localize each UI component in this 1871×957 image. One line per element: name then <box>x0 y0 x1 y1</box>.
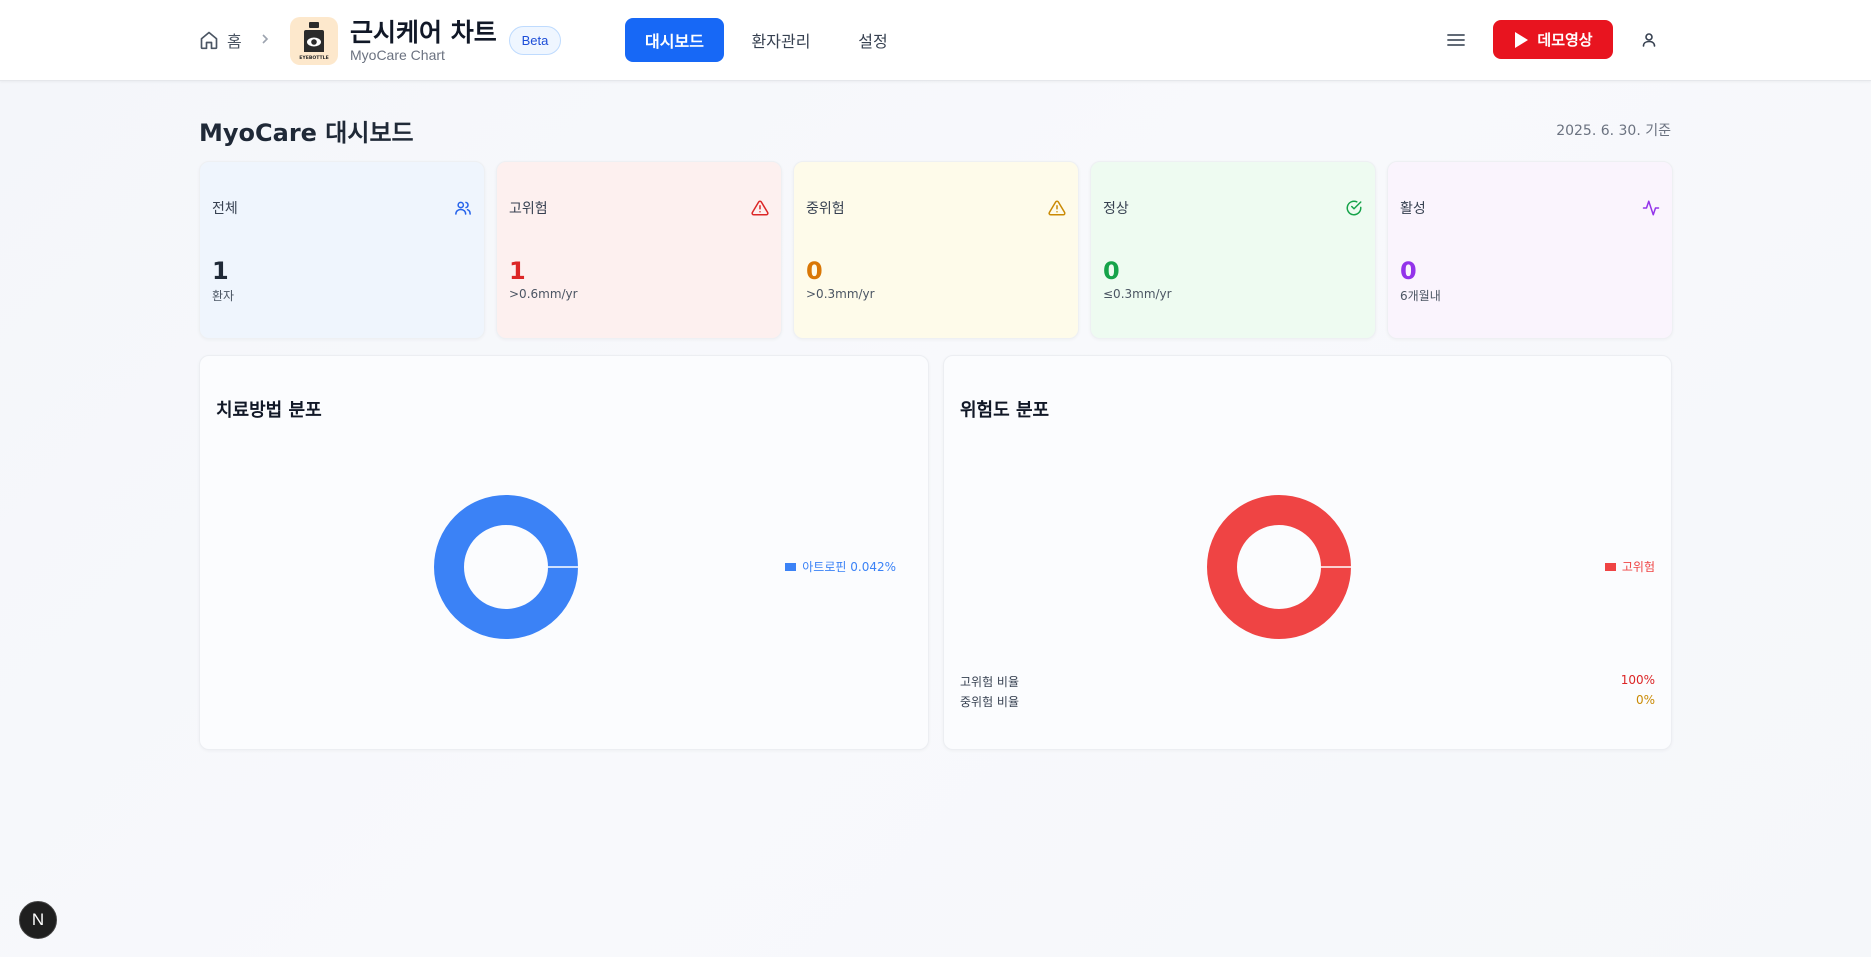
chart-title: 치료방법 분포 <box>216 400 322 421</box>
treatment-donut-chart <box>434 495 578 639</box>
stat-sub: 환자 <box>212 289 235 303</box>
stat-value: 0 <box>1103 257 1120 285</box>
home-icon <box>200 31 218 50</box>
ratio-value: 0% <box>1635 693 1655 707</box>
chart-legend: 아트로핀 0.042% <box>785 558 896 575</box>
treatment-distribution-panel: 치료방법 분포 아트로핀 0.042% <box>199 355 929 750</box>
stat-card-high-risk: 고위험 1 >0.6mm/yr <box>496 161 782 339</box>
logo-text: EYEBOTTLE <box>299 55 328 61</box>
ratio-label: 중위험 비율 <box>960 695 1020 709</box>
tab-settings[interactable]: 설정 <box>848 18 898 62</box>
users-icon <box>455 201 471 215</box>
stat-sub: ≤0.3mm/yr <box>1103 287 1172 301</box>
stat-sub: >0.3mm/yr <box>806 287 875 301</box>
home-label: 홈 <box>227 32 242 51</box>
user-icon[interactable] <box>1640 30 1658 50</box>
stat-label: 고위험 <box>509 201 548 217</box>
play-icon <box>1515 31 1529 48</box>
menu-icon[interactable] <box>1445 29 1467 51</box>
chevron-right-icon <box>262 34 269 44</box>
stat-value: 1 <box>212 257 229 285</box>
legend-swatch <box>1604 562 1616 571</box>
donut-slice[interactable] <box>434 495 578 639</box>
medium-risk-ratio-row: 중위험 비율 0% <box>960 693 1655 710</box>
stat-card-medium-risk: 중위험 0 >0.3mm/yr <box>793 161 1079 339</box>
ratio-value: 100% <box>1620 673 1655 687</box>
legend-swatch <box>785 562 797 571</box>
donut-slice[interactable] <box>1207 495 1351 639</box>
ratio-label: 고위험 비율 <box>960 675 1020 689</box>
stat-card-total: 전체 1 환자 <box>199 161 485 339</box>
stat-label: 정상 <box>1103 201 1129 217</box>
stat-card-active: 활성 0 6개월내 <box>1387 161 1673 339</box>
chart-title: 위험도 분포 <box>960 400 1050 421</box>
tab-dashboard[interactable]: 대시보드 <box>625 18 724 62</box>
stat-value: 1 <box>509 257 526 285</box>
stat-value: 0 <box>806 257 823 285</box>
alert-triangle-icon <box>751 200 769 216</box>
risk-donut-chart <box>1207 495 1351 639</box>
stat-sub: >0.6mm/yr <box>509 287 578 301</box>
stat-value: 0 <box>1400 257 1417 285</box>
demo-video-label: 데모영상 <box>1537 31 1593 49</box>
demo-video-button[interactable]: 데모영상 <box>1493 20 1613 59</box>
legend-label: 고위험 <box>1621 560 1655 574</box>
app-title: 근시케어 차트 <box>350 18 497 47</box>
breadcrumb-home[interactable]: 홈 <box>199 28 242 52</box>
stat-label: 활성 <box>1400 201 1426 217</box>
alert-triangle-icon <box>1048 200 1066 216</box>
app-logo[interactable]: EYEBOTTLE <box>290 17 338 65</box>
bottle-logo-icon: EYEBOTTLE <box>299 22 329 61</box>
high-risk-ratio-row: 고위험 비율 100% <box>960 673 1655 690</box>
stat-label: 중위험 <box>806 201 845 217</box>
stat-card-normal: 정상 0 ≤0.3mm/yr <box>1090 161 1376 339</box>
stat-label: 전체 <box>212 201 238 217</box>
stat-sub: 6개월내 <box>1400 289 1441 303</box>
chart-legend: 고위험 <box>1604 558 1655 575</box>
legend-label: 아트로핀 0.042% <box>802 560 896 574</box>
app-subtitle: MyoCare Chart <box>350 47 445 63</box>
beta-badge: Beta <box>509 26 561 55</box>
dev-indicator-badge[interactable]: N <box>19 901 57 939</box>
activity-icon <box>1642 200 1660 216</box>
tab-patient-management[interactable]: 환자관리 <box>741 18 821 62</box>
risk-distribution-panel: 위험도 분포 고위험 고위험 비율 100% 중위험 비율 0% <box>943 355 1672 750</box>
as-of-date: 2025. 6. 30. 기준 <box>1556 123 1671 139</box>
page-title: MyoCare 대시보드 <box>199 119 414 147</box>
check-circle-icon <box>1346 200 1362 216</box>
top-header: 홈 EYEBOTTLE 근시케어 차트 MyoCare Chart Beta 대… <box>0 0 1871 81</box>
